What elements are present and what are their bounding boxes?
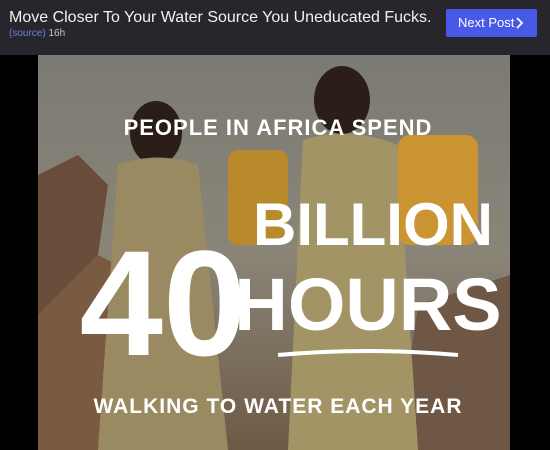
source-link[interactable]: (source) xyxy=(9,28,46,39)
post-title: Move Closer To Your Water Source You Une… xyxy=(9,9,432,26)
post-header: Move Closer To Your Water Source You Une… xyxy=(0,0,550,55)
chevron-right-icon xyxy=(516,17,524,29)
headline-word-billion: BILLION xyxy=(253,191,493,258)
headline-line3: WALKING TO WATER EACH YEAR xyxy=(93,395,462,418)
post-age: 16h xyxy=(48,28,66,39)
infographic-image: PEOPLE IN AFRICA SPEND 40 BILLION HOURS … xyxy=(38,55,510,450)
post-meta: (source) 16h xyxy=(9,28,65,40)
next-post-label: Next Post xyxy=(458,15,515,30)
post-image[interactable]: PEOPLE IN AFRICA SPEND 40 BILLION HOURS … xyxy=(38,55,510,450)
headline-line1: PEOPLE IN AFRICA SPEND xyxy=(124,115,433,140)
next-post-button[interactable]: Next Post xyxy=(446,9,537,37)
headline-number: 40 xyxy=(80,219,247,387)
headline-word-hours: HOURS xyxy=(234,263,501,346)
